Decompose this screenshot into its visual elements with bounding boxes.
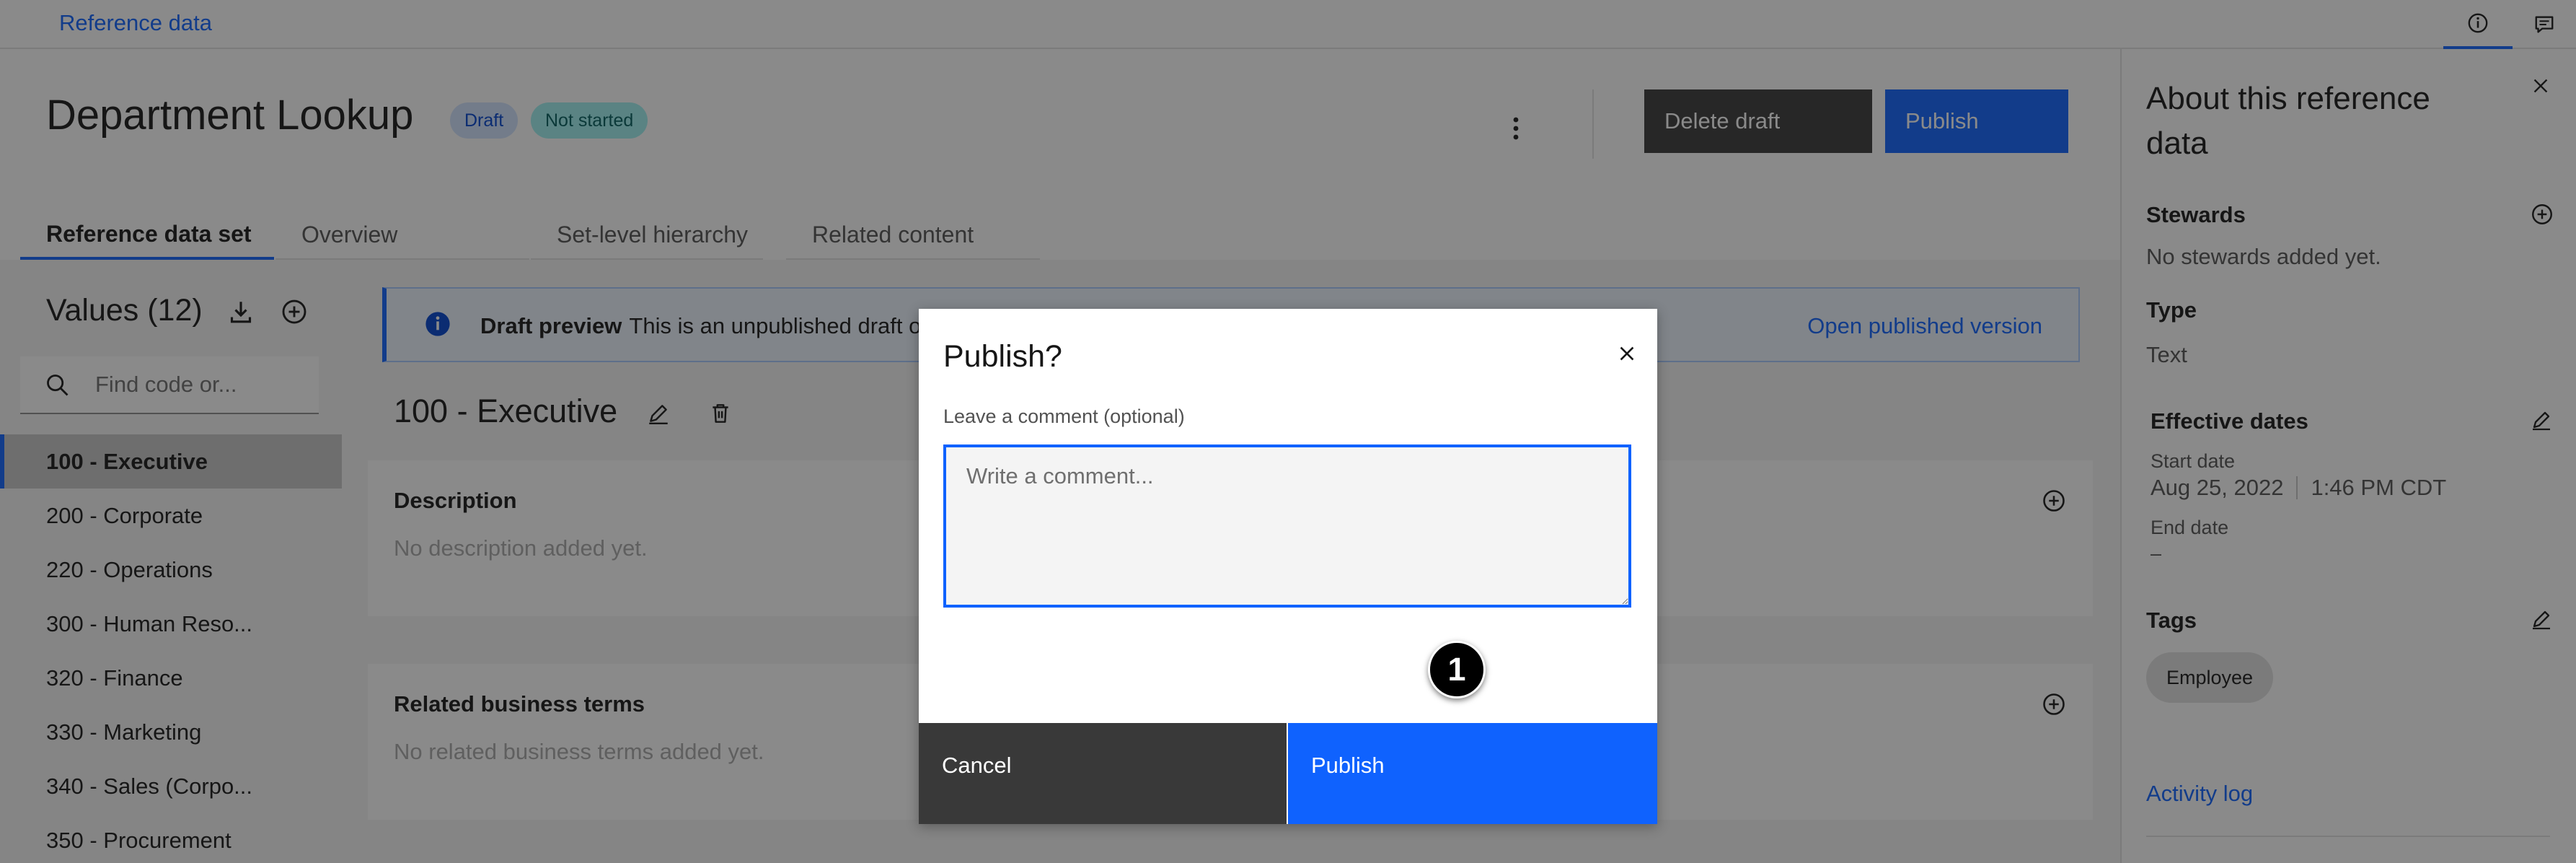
close-icon[interactable] bbox=[1605, 332, 1649, 375]
comment-label: Leave a comment (optional) bbox=[943, 406, 1185, 427]
confirm-publish-button[interactable]: Publish bbox=[1288, 723, 1657, 824]
comment-textarea[interactable] bbox=[943, 444, 1631, 608]
cancel-button[interactable]: Cancel bbox=[919, 723, 1287, 824]
modal-title: Publish? bbox=[943, 339, 1062, 374]
publish-modal: Publish? Leave a comment (optional) 1 Ca… bbox=[919, 309, 1657, 824]
step-badge: 1 bbox=[1428, 641, 1486, 698]
